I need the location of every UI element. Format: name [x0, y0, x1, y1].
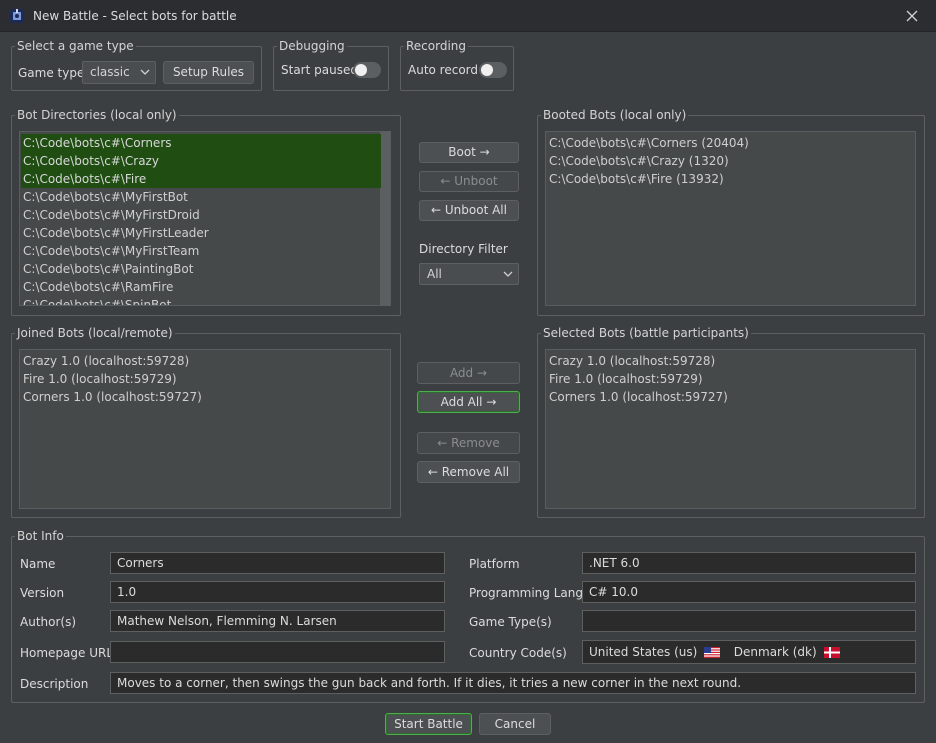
remove-all-button[interactable]: ← Remove All — [417, 461, 520, 483]
list-item[interactable]: C:\Code\bots\c#\PaintingBot — [21, 260, 381, 278]
scrollbar-thumb[interactable] — [380, 132, 390, 305]
unboot-button[interactable]: ← Unboot — [419, 171, 519, 192]
directory-filter-label: Directory Filter — [419, 242, 508, 256]
list-item[interactable]: C:\Code\bots\c#\RamFire — [21, 278, 381, 296]
version-field[interactable]: 1.0 — [110, 581, 445, 603]
unboot-all-button[interactable]: ← Unboot All — [419, 200, 519, 221]
boot-button[interactable]: Boot → — [419, 142, 519, 163]
list-item[interactable]: C:\Code\bots\c#\SpinBot — [21, 296, 381, 305]
country-dk-label: Denmark (dk) — [733, 645, 817, 659]
directory-filter-select[interactable]: All — [419, 263, 519, 285]
start-battle-button[interactable]: Start Battle — [385, 713, 472, 735]
platform-label: Platform — [469, 557, 520, 571]
list-item[interactable]: C:\Code\bots\c#\MyFirstBot — [21, 188, 381, 206]
list-item[interactable]: C:\Code\bots\c#\Fire — [21, 170, 381, 188]
toggle-knob — [481, 64, 493, 76]
version-label: Version — [20, 586, 65, 600]
auto-record-label: Auto record — [408, 63, 479, 77]
bot-directories-legend: Bot Directories (local only) — [15, 108, 179, 122]
programming-lang-field[interactable]: C# 10.0 — [582, 581, 916, 603]
bot-directories-list[interactable]: C:\Code\bots\c#\Corners C:\Code\bots\c#\C… — [19, 131, 391, 306]
description-field[interactable]: Moves to a corner, then swings the gun b… — [110, 672, 916, 694]
list-item[interactable]: Crazy 1.0 (localhost:59728) — [547, 352, 914, 370]
programming-lang-label: Programming Lang. — [469, 586, 587, 600]
list-item[interactable]: C:\Code\bots\c#\Fire (13932) — [547, 170, 914, 188]
joined-bots-list[interactable]: Crazy 1.0 (localhost:59728) Fire 1.0 (loc… — [19, 349, 391, 509]
country-us-label: United States (us) — [589, 645, 698, 659]
platform-field[interactable]: .NET 6.0 — [582, 552, 916, 574]
game-type-legend: Select a game type — [15, 39, 136, 53]
add-all-button[interactable]: Add All → — [417, 391, 520, 413]
remove-button[interactable]: ← Remove — [417, 432, 520, 454]
name-field[interactable]: Corners — [110, 552, 445, 574]
name-label: Name — [20, 557, 56, 571]
robot-tank-icon — [10, 9, 24, 23]
start-paused-toggle[interactable] — [353, 62, 381, 78]
selected-bots-legend: Selected Bots (battle participants) — [541, 326, 751, 340]
list-item[interactable]: C:\Code\bots\c#\MyFirstLeader — [21, 224, 381, 242]
start-paused-label: Start paused — [281, 63, 358, 77]
list-item[interactable]: Fire 1.0 (localhost:59729) — [21, 370, 388, 388]
game-types-field[interactable] — [582, 610, 916, 632]
authors-field[interactable]: Mathew Nelson, Flemming N. Larsen — [110, 610, 445, 632]
list-item[interactable]: C:\Code\bots\c#\Corners (20404) — [547, 134, 914, 152]
description-label: Description — [20, 677, 89, 691]
list-item[interactable]: Fire 1.0 (localhost:59729) — [547, 370, 914, 388]
scrollbar[interactable] — [380, 132, 390, 305]
us-flag-icon — [704, 647, 721, 658]
list-item[interactable]: C:\Code\bots\c#\MyFirstTeam — [21, 242, 381, 260]
list-item[interactable]: C:\Code\bots\c#\Crazy (1320) — [547, 152, 914, 170]
window-title: New Battle - Select bots for battle — [33, 9, 237, 23]
chevron-down-icon — [503, 271, 513, 277]
auto-record-toggle[interactable] — [479, 62, 507, 78]
add-button[interactable]: Add → — [417, 362, 520, 384]
booted-bots-legend: Booted Bots (local only) — [541, 108, 689, 122]
list-item[interactable]: Corners 1.0 (localhost:59727) — [547, 388, 914, 406]
authors-label: Author(s) — [20, 615, 77, 629]
dk-flag-icon — [823, 647, 840, 658]
cancel-button[interactable]: Cancel — [479, 713, 551, 735]
selected-bots-list[interactable]: Crazy 1.0 (localhost:59728) Fire 1.0 (loc… — [545, 349, 916, 509]
directory-filter-value: All — [427, 267, 442, 281]
debugging-legend: Debugging — [277, 39, 347, 53]
bot-info-legend: Bot Info — [15, 529, 66, 543]
game-types-label: Game Type(s) — [469, 615, 552, 629]
booted-bots-list[interactable]: C:\Code\bots\c#\Corners (20404) C:\Code\b… — [545, 131, 916, 306]
joined-bots-legend: Joined Bots (local/remote) — [15, 326, 175, 340]
close-icon[interactable] — [904, 8, 920, 24]
game-type-select[interactable]: classic — [82, 61, 156, 84]
homepage-field[interactable] — [110, 641, 445, 663]
recording-legend: Recording — [404, 39, 469, 53]
list-item[interactable]: C:\Code\bots\c#\Crazy — [21, 152, 381, 170]
setup-rules-button[interactable]: Setup Rules — [163, 61, 254, 84]
game-type-value: classic — [90, 65, 130, 79]
list-item[interactable]: C:\Code\bots\c#\Corners — [21, 134, 381, 152]
country-codes-label: Country Code(s) — [469, 646, 567, 660]
game-type-label: Game type — [18, 66, 85, 80]
toggle-knob — [355, 64, 367, 76]
list-item[interactable]: Corners 1.0 (localhost:59727) — [21, 388, 388, 406]
list-item[interactable]: C:\Code\bots\c#\MyFirstDroid — [21, 206, 381, 224]
homepage-label: Homepage URL — [20, 646, 114, 660]
chevron-down-icon — [140, 69, 150, 75]
list-item[interactable]: Crazy 1.0 (localhost:59728) — [21, 352, 388, 370]
title-bar: New Battle - Select bots for battle — [0, 0, 936, 32]
country-codes-field[interactable]: United States (us) Denmark (dk) — [582, 640, 916, 664]
